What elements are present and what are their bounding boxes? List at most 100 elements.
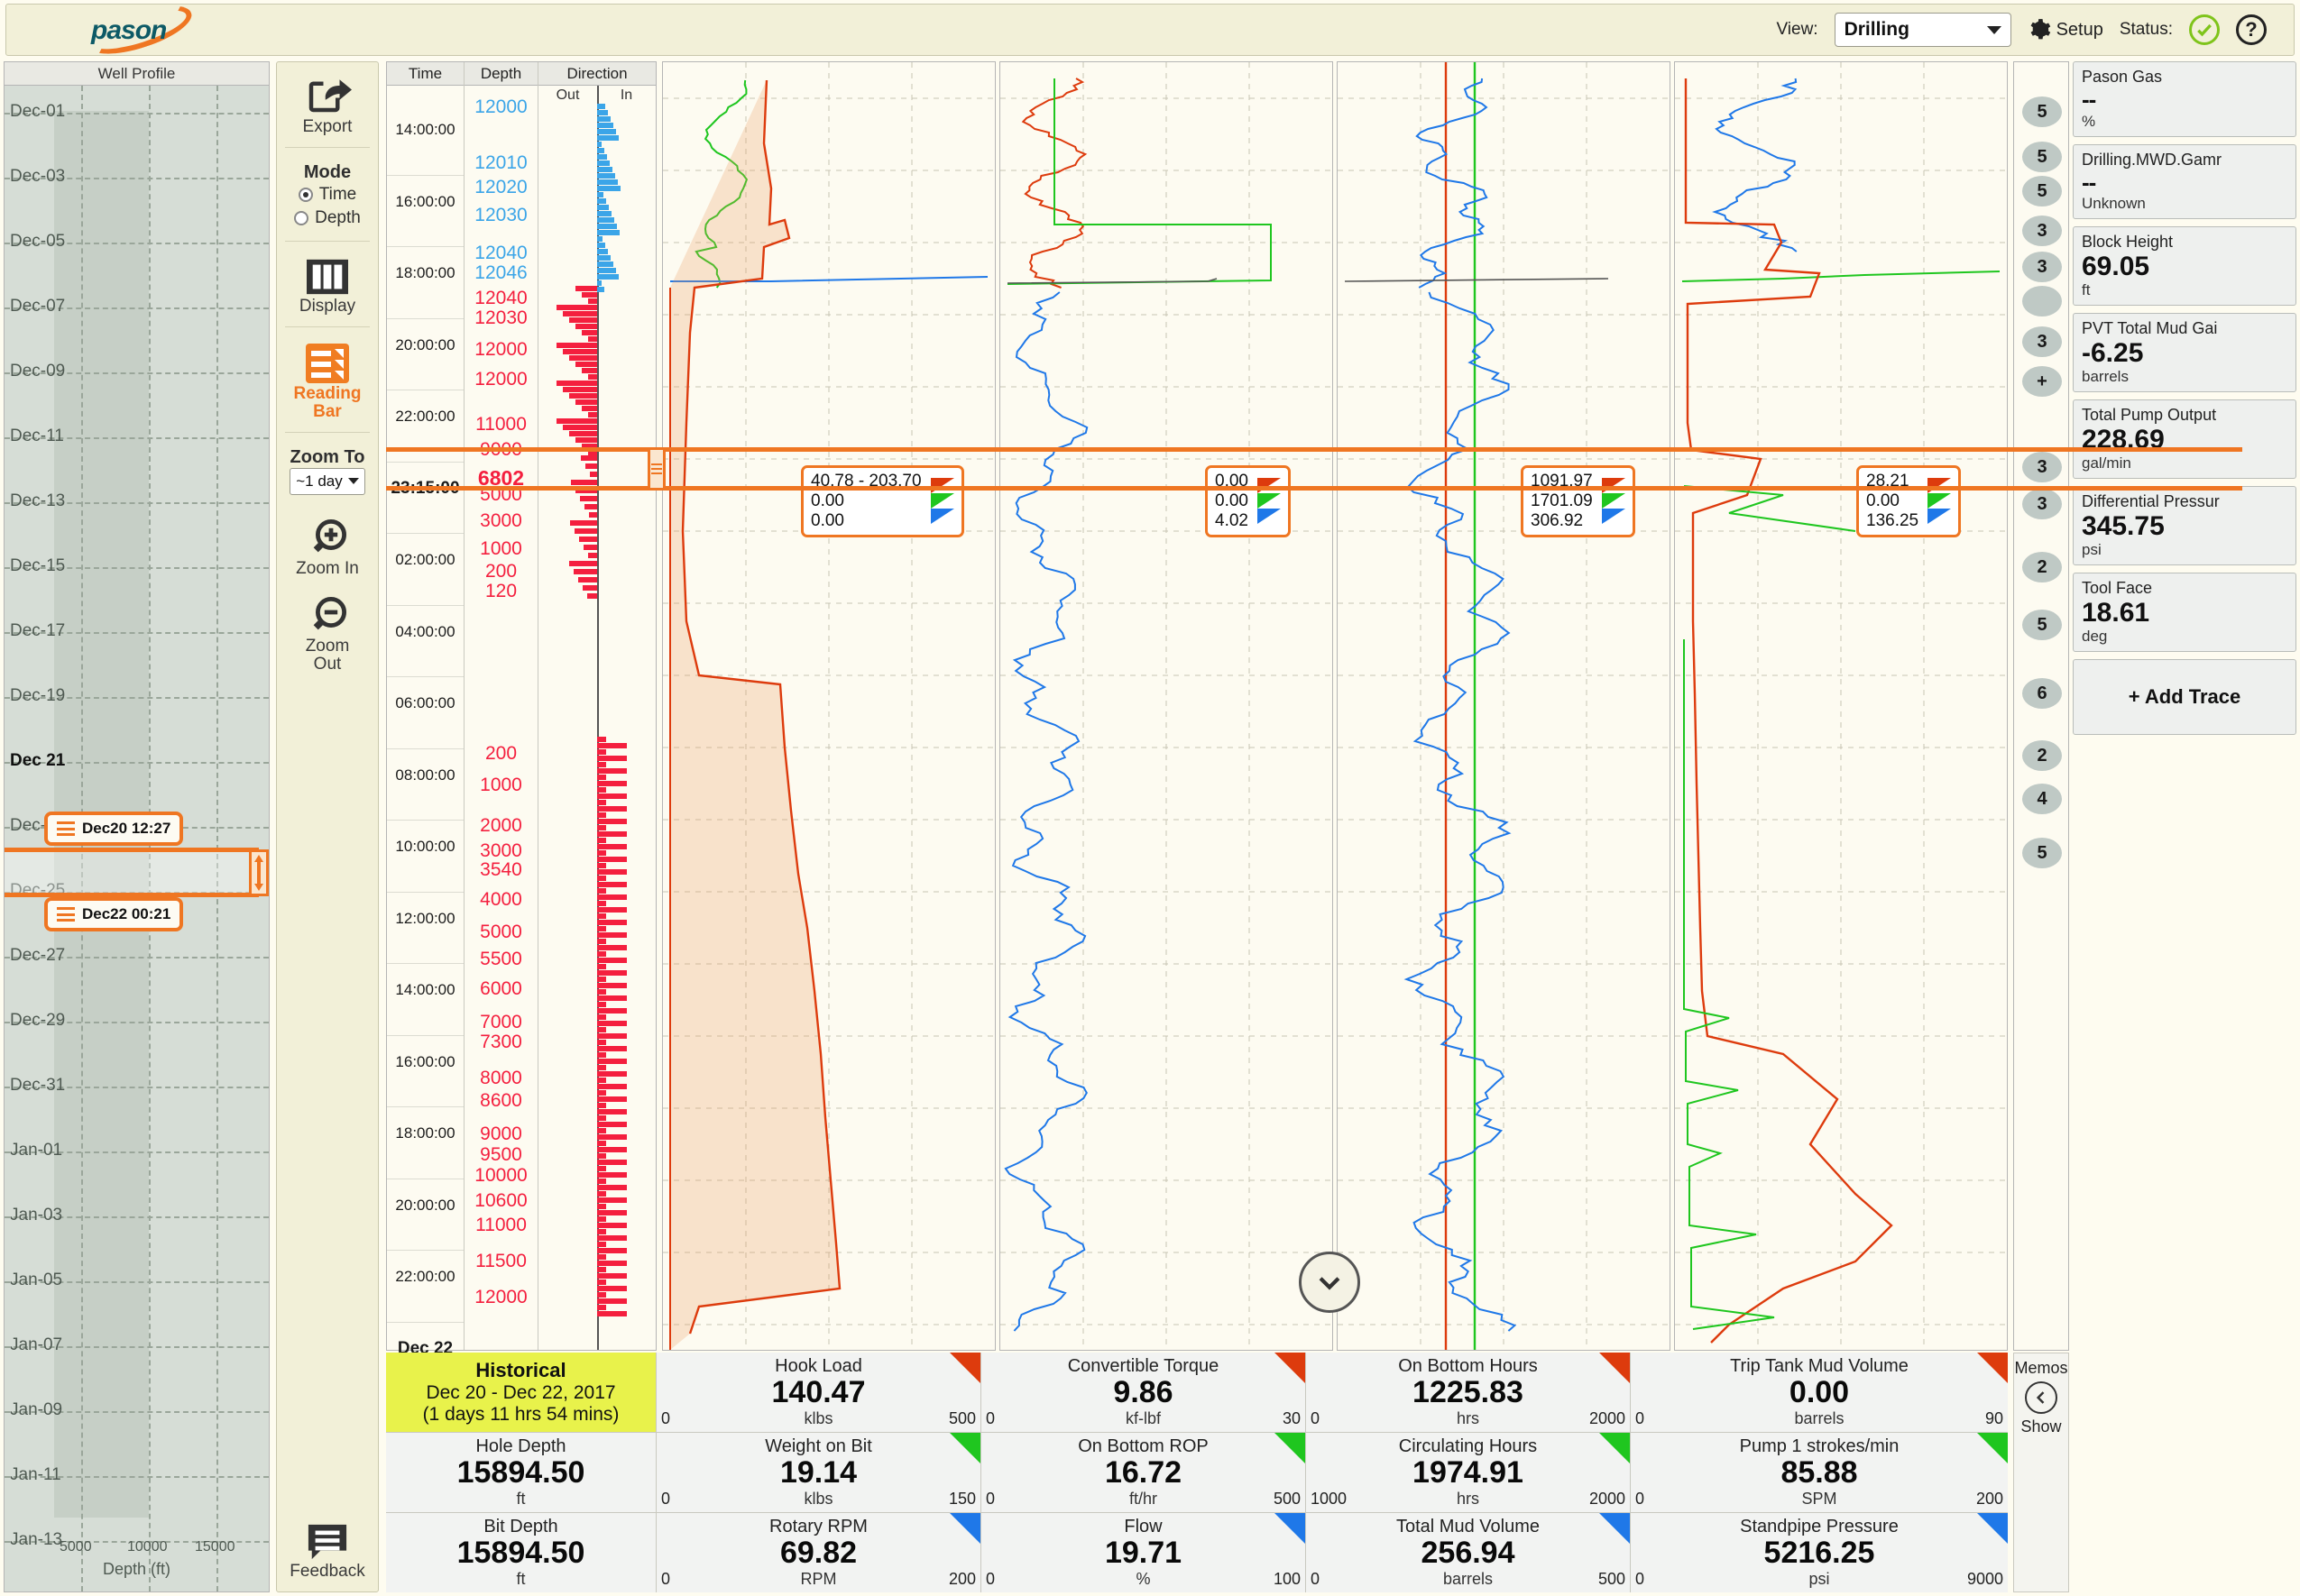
memo-count-badge[interactable]: 3 [2022,489,2062,519]
view-select[interactable]: Drilling [1834,13,2011,47]
readout-cell[interactable]: On Bottom Hours 1225.83 hrs 0 2000 [1306,1353,1630,1433]
direction-bar [597,148,604,153]
view-label: View: [1776,20,1818,39]
readout-value-line: 28.21 [1866,472,1909,491]
readout-cell[interactable]: Total Mud Volume 256.94 barrels 0 500 [1306,1513,1630,1592]
reading-bar-button[interactable]: Reading Bar [294,335,361,425]
trace-card[interactable]: Drilling.MWD.Gamr -- Unknown [2073,143,2296,220]
time-tick-row: 23:15:00 [387,463,464,534]
chart-track-4[interactable] [1674,61,2008,1351]
left-toolbar: Export Mode Time Depth Display Reading B… [276,61,379,1592]
memo-count-badge[interactable]: 2 [2022,552,2062,582]
readout-cell[interactable]: Trip Tank Mud Volume 0.00 barrels 0 90 [1631,1353,2008,1433]
trace-color-corner [1599,1513,1630,1544]
memo-badge-column[interactable]: 5 5 5 3 3 3 +3 3 2 5 6 2 4 5 [2013,61,2069,1351]
well-profile-date-label: Dec-11 [10,427,64,445]
display-button[interactable]: Display [299,249,355,319]
zoom-in-button[interactable]: Zoom In [296,499,359,582]
trace-card[interactable]: Tool Face 18.61 deg [2073,573,2296,653]
setup-button[interactable]: Setup [2028,18,2103,41]
direction-bar [597,1071,627,1077]
well-profile-x-tick: 10000 [127,1539,168,1555]
readout-cell[interactable]: Pump 1 strokes/min 85.88 SPM 0 200 [1631,1433,2008,1513]
direction-column[interactable]: Direction Out In [538,62,656,1350]
trace-card[interactable]: Pason Gas --% [2073,61,2296,137]
trace-card[interactable]: Block Height 69.05 ft [2073,226,2296,307]
selection-resize-handle[interactable] [249,849,269,896]
readout-cell[interactable]: Standpipe Pressure 5216.25 psi 0 9000 [1631,1513,2008,1592]
memos-collapse-button[interactable] [2025,1381,2057,1414]
readout-cell-unit: SPM [1801,1489,1837,1508]
readout-cell-max: 9000 [1966,1570,2003,1588]
memo-add-badge[interactable]: + [2022,366,2062,397]
depth-value: 8000 [480,1068,522,1088]
time-column[interactable]: Time 14:00:00 16:00:00 18:00:00 20:00:00 22:… [387,62,465,1394]
pason-logo: pason [53,0,243,64]
readout-cell-max: 2000 [1588,1490,1625,1508]
time-tick-row: 20:00:00 [387,319,464,390]
readout-cell[interactable]: Convertible Torque 9.86 kf-lbf 0 30 [981,1353,1305,1433]
memo-count-badge[interactable] [2022,286,2062,316]
chevron-left-icon [2036,1391,2045,1404]
readout-cell[interactable]: Circulating Hours 1974.91 hrs 1000 2000 [1306,1433,1630,1513]
time-tick-row: 22:00:00 [387,390,464,463]
memo-count-badge[interactable]: 4 [2022,784,2062,814]
chart-track-3[interactable] [1337,61,1670,1351]
memo-count-badge[interactable]: 5 [2022,838,2062,868]
trace-value: -- [2082,86,2096,113]
trace-card[interactable]: Total Pump Output 228.69 gal/min [2073,399,2296,480]
chart-track-1[interactable] [662,61,996,1351]
direction-bar [597,1014,606,1020]
well-profile-body[interactable]: Dec-01 Dec-03 Dec-05 Dec-07 Dec-09 Dec-11 Dec-… [5,86,269,1591]
memo-count-badge[interactable]: 2 [2022,740,2062,771]
well-profile-date-label: Dec-27 [10,946,66,965]
export-button[interactable]: Export [303,62,352,140]
trace-card[interactable]: PVT Total Mud Gai -6.25 barrels [2073,313,2296,393]
zoom-to-select[interactable]: ~1 day [290,467,365,495]
readout-cell[interactable]: Hole Depth 15894.50 ft [386,1433,656,1513]
readout-cell[interactable]: Rotary RPM 69.82 RPM 0 200 [657,1513,980,1592]
readout-cell[interactable]: Flow 19.71% 0 100 [981,1513,1305,1592]
memo-count-badge[interactable]: 5 [2022,96,2062,127]
track-4-plot [1675,62,2007,1350]
mode-radio-time[interactable]: Time [298,185,356,205]
readout-cell[interactable]: Bit Depth 15894.50 ft [386,1513,656,1592]
selection-end-flag[interactable]: Dec22 00:21 [44,897,184,931]
readout-cell[interactable]: Weight on Bit 19.14 klbs 0 150 [657,1433,980,1513]
trace-color-corner [950,1513,980,1544]
direction-bar [597,243,605,248]
readout-value-line: 0.00 [811,491,844,510]
memo-count-badge[interactable]: 3 [2022,216,2062,246]
memo-count-badge[interactable]: 5 [2022,176,2062,206]
memo-count-badge[interactable]: 3 [2022,326,2062,357]
well-profile-selection-band[interactable] [5,848,259,897]
direction-bar [597,781,627,786]
readout-cell[interactable]: On Bottom ROP 16.72 ft/hr 0 500 [981,1433,1305,1513]
mode-radio-depth[interactable]: Depth [294,208,361,228]
readout-cell[interactable]: Hook Load 140.47 klbs 0 500 [657,1353,980,1433]
zoom-out-button[interactable]: Zoom Out [306,582,349,677]
depth-column[interactable]: Depth 12000 12010 12020 12030 12040 12046 1204… [465,62,538,1350]
selection-start-flag[interactable]: Dec20 12:27 [44,812,184,846]
memo-count-badge[interactable]: 6 [2022,678,2062,709]
direction-bar [557,418,597,424]
help-button[interactable]: ? [2236,14,2267,45]
time-tick-row: 16:00:00 [387,1036,464,1107]
memo-count-badge[interactable]: 3 [2022,452,2062,482]
memo-count-badge[interactable]: 3 [2022,252,2062,282]
direction-bar [569,355,597,361]
readout-values: 40.78 - 203.70 0.00 0.00 [811,472,922,531]
direction-bar [597,793,627,799]
add-trace-button[interactable]: + Add Trace [2073,659,2296,736]
feedback-button[interactable]: Feedback [290,1521,365,1581]
readout-cell-value: 85.88 [1780,1455,1858,1491]
scroll-down-button[interactable] [1299,1252,1360,1313]
menu-icon [57,821,75,836]
memo-count-badge[interactable]: 5 [2022,142,2062,172]
memo-count-badge[interactable]: 5 [2022,610,2062,640]
readout-cell-unit: barrels [1442,1569,1494,1588]
readout-cell-unit: barrels [1794,1408,1845,1427]
trace-card[interactable]: Differential Pressur 345.75 psi [2073,486,2296,566]
chart-track-2[interactable] [999,61,1333,1351]
direction-bar [597,1197,627,1203]
